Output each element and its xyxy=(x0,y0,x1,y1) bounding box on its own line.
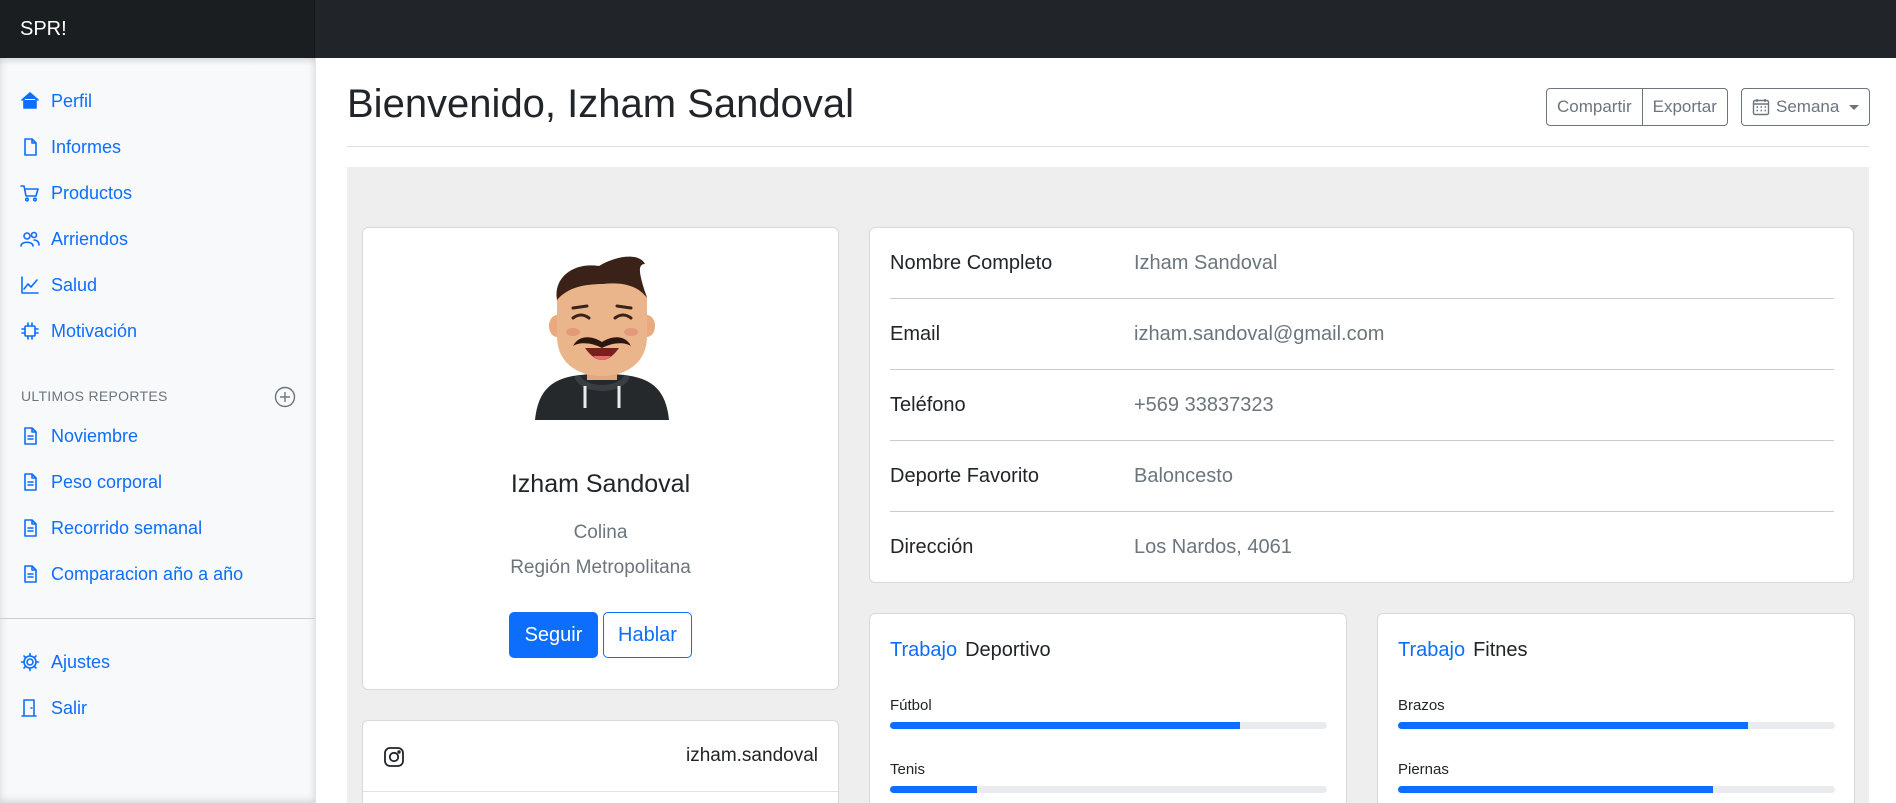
file-text-icon xyxy=(24,519,37,537)
progress-fill xyxy=(1398,722,1748,729)
profile-card: Izham Sandoval Colina Región Metropolita… xyxy=(362,227,839,690)
door-exit-icon xyxy=(21,699,37,717)
chevron-down-icon xyxy=(1849,104,1860,110)
title-divider xyxy=(347,146,1869,147)
sidebar-item-perfil[interactable]: Perfil xyxy=(20,86,92,116)
card-heading: Trabajo Fitnes xyxy=(1398,639,1528,662)
calendar-icon xyxy=(1752,99,1770,116)
sidebar-item-motivacion[interactable]: Motivación xyxy=(20,316,137,346)
social-card: izham.sandoval xyxy=(362,720,839,803)
report-item-peso-corporal[interactable]: Peso corporal xyxy=(20,467,162,497)
sidebar-item-salud[interactable]: Salud xyxy=(20,270,97,300)
info-label: Deporte Favorito xyxy=(890,465,1039,487)
info-row-phone: Teléfono +569 33837323 xyxy=(890,370,1834,441)
info-value: Baloncesto xyxy=(1134,465,1233,487)
social-row-instagram[interactable]: izham.sandoval xyxy=(363,721,838,792)
sidebar-item-label: Perfil xyxy=(51,90,93,111)
sidebar-item-label: Arriendos xyxy=(51,228,129,249)
puzzle-icon xyxy=(21,322,39,340)
progress-label: Brazos xyxy=(1398,697,1445,714)
avatar xyxy=(535,256,669,420)
info-row-address: Dirección Los Nardos, 4061 xyxy=(890,512,1834,583)
sidebar-item-informes[interactable]: Informes xyxy=(20,132,121,162)
info-label: Teléfono xyxy=(890,394,966,416)
users-icon xyxy=(20,231,40,247)
progress-fill xyxy=(890,786,978,793)
card-heading-title: Deportivo xyxy=(965,639,1051,661)
header-button-group: Compartir Exportar xyxy=(1546,88,1728,126)
sport-work-card: Trabajo Deportivo Fútbol Tenis xyxy=(869,613,1347,803)
report-item-label: Noviembre xyxy=(51,425,139,446)
report-item-label: Recorrido semanal xyxy=(51,517,203,538)
card-heading-title: Fitnes xyxy=(1473,639,1528,661)
brand-logo[interactable]: SPR! xyxy=(0,0,315,58)
gear-icon xyxy=(20,652,40,672)
export-button[interactable]: Exportar xyxy=(1642,88,1728,126)
progress-bar xyxy=(1398,786,1835,793)
card-heading-accent: Trabajo xyxy=(890,639,958,661)
profile-region: Región Metropolitana xyxy=(510,557,691,578)
info-row-full-name: Nombre Completo Izham Sandoval xyxy=(890,228,1834,299)
report-item-comparacion[interactable]: Comparacion año a año xyxy=(20,559,243,589)
progress-bar xyxy=(1398,722,1835,729)
sidebar-item-arriendos[interactable]: Arriendos xyxy=(20,224,128,254)
instagram-icon xyxy=(384,747,404,767)
file-text-icon xyxy=(24,565,37,583)
sidebar-item-label: Salir xyxy=(51,697,88,718)
profile-info-card: Nombre Completo Izham Sandoval Email izh… xyxy=(869,227,1854,583)
sidebar: Perfil Informes Productos Arriendos Salu… xyxy=(0,58,316,803)
progress-fill xyxy=(890,722,1240,729)
sidebar-item-productos[interactable]: Productos xyxy=(20,178,132,208)
plus-circle-icon xyxy=(274,386,296,408)
reports-heading: ULTIMOS REPORTES xyxy=(21,388,168,404)
sidebar-item-label: Informes xyxy=(51,136,122,157)
info-value: Los Nardos, 4061 xyxy=(1134,536,1292,558)
progress-label: Fútbol xyxy=(890,697,932,714)
info-row-favorite-sport: Deporte Favorito Baloncesto xyxy=(890,441,1834,512)
file-text-icon xyxy=(24,427,37,445)
profile-name: Izham Sandoval xyxy=(510,470,691,498)
sidebar-item-ajustes[interactable]: Ajustes xyxy=(20,647,110,677)
period-dropdown[interactable]: Semana xyxy=(1741,88,1871,126)
home-icon xyxy=(21,92,39,109)
add-report-button[interactable] xyxy=(274,386,296,408)
report-item-noviembre[interactable]: Noviembre xyxy=(20,421,138,451)
sidebar-divider xyxy=(0,618,315,619)
sidebar-item-label: Ajustes xyxy=(51,651,111,672)
card-heading-accent: Trabajo xyxy=(1398,639,1466,661)
follow-button[interactable]: Seguir xyxy=(509,612,598,658)
share-button[interactable]: Compartir xyxy=(1546,88,1643,126)
report-item-label: Peso corporal xyxy=(51,471,163,492)
shopping-cart-icon xyxy=(20,185,39,202)
instagram-handle: izham.sandoval xyxy=(685,745,818,766)
info-row-email: Email izham.sandoval@gmail.com xyxy=(890,299,1834,370)
progress-fill xyxy=(1398,786,1713,793)
sidebar-item-label: Productos xyxy=(51,182,133,203)
top-navbar: SPR! xyxy=(0,0,1896,58)
progress-label: Piernas xyxy=(1398,761,1449,778)
report-item-recorrido-semanal[interactable]: Recorrido semanal xyxy=(20,513,202,543)
period-label: Semana xyxy=(1776,97,1840,116)
info-value: izham.sandoval@gmail.com xyxy=(1134,323,1385,345)
sidebar-item-label: Motivación xyxy=(51,320,138,341)
info-value: Izham Sandoval xyxy=(1134,252,1278,274)
progress-bar xyxy=(890,722,1327,729)
profile-city: Colina xyxy=(573,522,628,543)
fitness-work-card: Trabajo Fitnes Brazos Piernas xyxy=(1377,613,1855,803)
file-icon xyxy=(24,138,37,156)
sidebar-item-salir[interactable]: Salir xyxy=(20,693,87,723)
chart-line-icon xyxy=(21,276,39,294)
card-heading: Trabajo Deportivo xyxy=(890,639,1051,662)
page-title: Bienvenido, Izham Sandoval xyxy=(347,82,854,126)
info-label: Dirección xyxy=(890,536,974,558)
file-text-icon xyxy=(24,473,37,491)
progress-bar xyxy=(890,786,1327,793)
info-label: Nombre Completo xyxy=(890,252,1053,274)
progress-label: Tenis xyxy=(890,761,926,778)
info-value: +569 33837323 xyxy=(1134,394,1274,416)
sidebar-item-label: Salud xyxy=(51,274,98,295)
talk-button[interactable]: Hablar xyxy=(603,612,692,658)
info-label: Email xyxy=(890,323,941,345)
report-item-label: Comparacion año a año xyxy=(51,563,244,584)
